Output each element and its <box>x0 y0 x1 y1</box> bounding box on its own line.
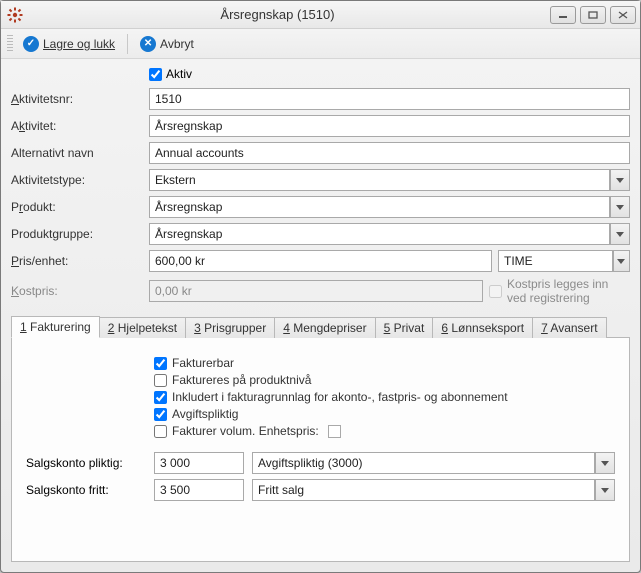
avgiftspliktig-check[interactable]: Avgiftspliktig <box>154 407 615 421</box>
volum-check[interactable]: Fakturer volum. Enhetspris: <box>154 424 615 438</box>
kostpris-input <box>149 280 483 302</box>
save-close-button[interactable]: ✓ Lagre og lukk <box>17 34 121 54</box>
tab-prisgrupper[interactable]: 3 Prisgrupper <box>185 317 275 338</box>
titlebar: Årsregnskap (1510) <box>1 1 640 29</box>
tab-hjelpetekst[interactable]: 2 Hjelpetekst <box>99 317 186 338</box>
cancel-button[interactable]: ✕ Avbryt <box>134 34 200 54</box>
tab-lonnseksport[interactable]: 6 Lønnseksport <box>432 317 533 338</box>
label-altnavn: Alternativt navn <box>11 146 141 160</box>
kostpris-reg-checkbox <box>489 285 502 298</box>
volum-price-input[interactable] <box>328 425 341 438</box>
window: Årsregnskap (1510) ✓ Lagre og lukk ✕ Avb… <box>0 0 641 573</box>
toolbar-grip <box>7 35 13 53</box>
tabstrip: 1 Fakturering 2 Hjelpetekst 3 Prisgruppe… <box>11 315 630 338</box>
label-salg-pliktig: Salgskonto pliktig: <box>26 456 146 470</box>
chevron-down-icon[interactable] <box>595 452 615 474</box>
label-salg-fritt: Salgskonto fritt: <box>26 483 146 497</box>
label-produktgruppe: Produktgruppe: <box>11 227 141 241</box>
minimize-button[interactable] <box>550 6 576 24</box>
chevron-down-icon[interactable] <box>610 169 630 191</box>
pris-row <box>149 250 630 272</box>
cancel-label: Avbryt <box>160 37 194 51</box>
kostpris-row: Kostpris legges inn ved registrering <box>149 277 630 305</box>
chevron-down-icon[interactable] <box>595 479 615 501</box>
aktiv-row: Aktiv <box>149 67 630 81</box>
tab-avansert[interactable]: 7 Avansert <box>532 317 607 338</box>
close-button[interactable] <box>610 6 636 24</box>
maximize-button[interactable] <box>580 6 606 24</box>
aktivitetsnr-input[interactable] <box>149 88 630 110</box>
check-circle-icon: ✓ <box>23 36 39 52</box>
aktiv-label: Aktiv <box>166 67 192 81</box>
chevron-down-icon[interactable] <box>610 223 630 245</box>
tab-privat[interactable]: 5 Privat <box>375 317 434 338</box>
label-kostpris: Kostpris: <box>11 284 141 298</box>
inkludert-checkbox[interactable] <box>154 391 167 404</box>
salg-pliktig-konto[interactable] <box>154 452 244 474</box>
aktivitet-input[interactable] <box>149 115 630 137</box>
fakturerbar-checkbox[interactable] <box>154 357 167 370</box>
content: Aktiv Aktivitetsnr: Aktivitet: Alternati… <box>1 59 640 572</box>
salg-fritt-select[interactable] <box>252 479 615 501</box>
produktniva-checkbox[interactable] <box>154 374 167 387</box>
x-circle-icon: ✕ <box>140 36 156 52</box>
label-prisenhet: Pris/enhet: <box>11 254 141 268</box>
kostpris-reg-check: Kostpris legges inn ved registrering <box>489 277 630 305</box>
pris-input[interactable] <box>149 250 492 272</box>
salg-fritt-text[interactable] <box>252 479 595 501</box>
window-controls <box>550 6 636 24</box>
produktgruppe-select[interactable] <box>149 223 630 245</box>
salg-pliktig-select[interactable] <box>252 452 615 474</box>
window-title: Årsregnskap (1510) <box>5 7 550 22</box>
tab-panel-fakturering: Fakturerbar Faktureres på produktnivå In… <box>11 338 630 562</box>
produkt-value[interactable] <box>149 196 610 218</box>
label-aktivitetstype: Aktivitetstype: <box>11 173 141 187</box>
avgiftspliktig-checkbox[interactable] <box>154 408 167 421</box>
chevron-down-icon[interactable] <box>613 250 630 272</box>
unit-select[interactable] <box>498 250 613 272</box>
inkludert-check[interactable]: Inkludert i fakturagrunnlag for akonto-,… <box>154 390 615 404</box>
fakturering-checks: Fakturerbar Faktureres på produktnivå In… <box>154 356 615 438</box>
produktgruppe-value[interactable] <box>149 223 610 245</box>
toolbar: ✓ Lagre og lukk ✕ Avbryt <box>1 29 640 59</box>
chevron-down-icon[interactable] <box>610 196 630 218</box>
salg-fritt-konto[interactable] <box>154 479 244 501</box>
toolbar-separator <box>127 34 128 54</box>
kostpris-reg-label: Kostpris legges inn ved registrering <box>507 277 630 305</box>
label-aktivitetsnr: Aktivitetsnr: <box>11 92 141 106</box>
salg-pliktig-text[interactable] <box>252 452 595 474</box>
altnavn-input[interactable] <box>149 142 630 164</box>
aktiv-checkbox[interactable] <box>149 68 162 81</box>
fakturerbar-check[interactable]: Fakturerbar <box>154 356 615 370</box>
volum-checkbox[interactable] <box>154 425 167 438</box>
salgskonto-grid: Salgskonto pliktig: Salgskonto fritt: <box>26 452 615 501</box>
tab-fakturering[interactable]: 1 Fakturering <box>11 316 100 338</box>
produkt-select[interactable] <box>149 196 630 218</box>
produktniva-check[interactable]: Faktureres på produktnivå <box>154 373 615 387</box>
tab-mengdepriser[interactable]: 4 Mengdepriser <box>274 317 375 338</box>
label-aktivitet: Aktivitet: <box>11 119 141 133</box>
form-grid: Aktiv Aktivitetsnr: Aktivitet: Alternati… <box>11 67 630 305</box>
save-close-label: Lagre og lukk <box>43 37 115 51</box>
aktivitetstype-select[interactable] <box>149 169 630 191</box>
label-produkt: Produkt: <box>11 200 141 214</box>
aktivitetstype-value[interactable] <box>149 169 610 191</box>
